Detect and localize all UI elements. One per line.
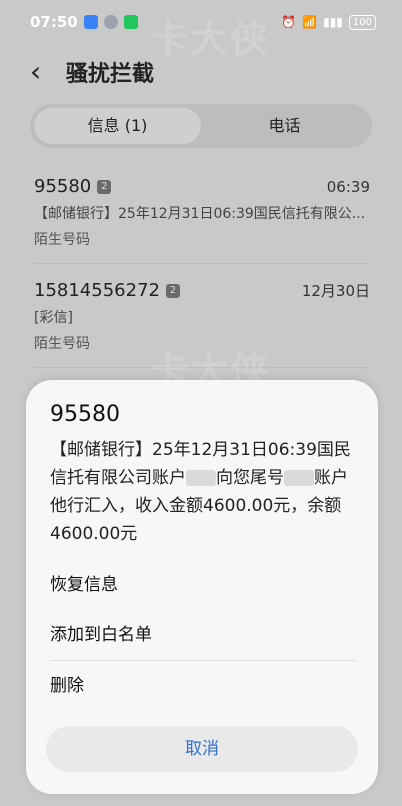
message-action-sheet: 95580 【邮储银行】25年12月31日06:39国民信托有限公司账户 向您尾号… — [26, 380, 378, 794]
message-preview: [彩信] — [34, 310, 73, 326]
restore-message-button[interactable]: 恢复信息 — [50, 560, 356, 610]
message-time: 06:39 — [326, 177, 370, 196]
list-item[interactable]: 95580 2 06:39 【邮储银行】25年12月31日06:39国民信托有限… — [34, 160, 370, 264]
weather-icon — [103, 15, 118, 29]
message-sender: 95580 2 — [34, 176, 112, 197]
delete-button[interactable]: 删除 — [50, 661, 356, 711]
sheet-message-body: 【邮储银行】25年12月31日06:39国民信托有限公司账户 向您尾号 账户他行汇入… — [50, 440, 351, 544]
message-sender: 15814556272 2 — [34, 280, 180, 301]
page-header: ‹ 骚扰拦截 — [0, 52, 402, 92]
sim2-icon: 2 — [165, 283, 180, 298]
message-tag: 陌生号码 — [34, 232, 90, 248]
status-left: 07:50 — [30, 13, 138, 31]
wechat-notification-icon — [123, 15, 138, 29]
tab-messages[interactable]: 信息 (1) — [34, 108, 201, 144]
message-tag: 陌生号码 — [34, 336, 90, 352]
tab-calls[interactable]: 电话 — [201, 108, 368, 144]
tab-bar: 信息 (1) 电话 — [30, 104, 372, 148]
wifi-icon: 📶 — [302, 15, 318, 29]
battery-indicator: 100 — [348, 14, 376, 30]
message-preview: 【邮储银行】25年12月31日06:39国民信托有限公... — [34, 206, 366, 222]
page-title: 骚扰拦截 — [66, 62, 155, 87]
status-time: 07:50 — [30, 13, 78, 31]
message-list: 95580 2 06:39 【邮储银行】25年12月31日06:39国民信托有限… — [34, 160, 370, 368]
list-item[interactable]: 15814556272 2 12月30日 [彩信] 陌生号码 — [34, 264, 370, 368]
status-right: ⏰ 📶 ▮▮▮ 100 — [281, 14, 376, 30]
sim2-icon: 2 — [97, 179, 112, 194]
sheet-menu: 恢复信息 添加到白名单 删除 — [50, 560, 356, 711]
cancel-button[interactable]: 取消 — [46, 726, 358, 772]
app-notification-icon — [83, 15, 98, 29]
sheet-title: 95580 — [50, 402, 120, 427]
redacted-mask — [284, 470, 314, 486]
back-arrow-icon[interactable]: ‹ — [30, 58, 70, 86]
message-time: 12月30日 — [301, 282, 370, 300]
redacted-mask — [186, 470, 216, 486]
status-bar: 07:50 ⏰ 📶 ▮▮▮ 100 — [0, 0, 402, 44]
add-to-whitelist-button[interactable]: 添加到白名单 — [50, 610, 356, 660]
signal-icon: ▮▮▮ — [323, 15, 343, 29]
alarm-icon: ⏰ — [281, 15, 297, 29]
